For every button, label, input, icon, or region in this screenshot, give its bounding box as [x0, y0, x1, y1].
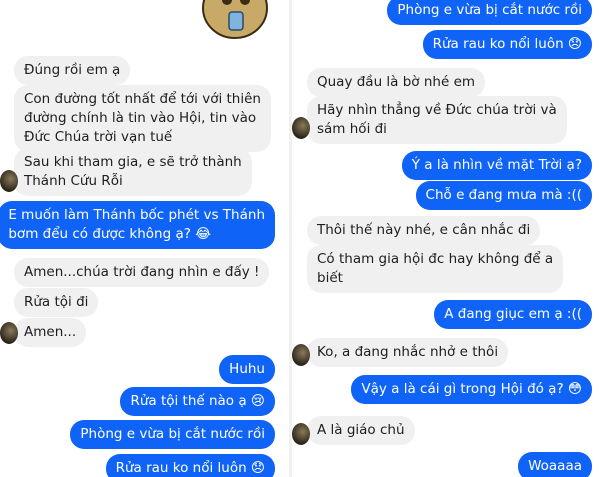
message-text-line: sám hối đi: [317, 121, 387, 137]
received-message-bubble[interactable]: Thôi thế này nhé, e cân nhắc đi: [307, 216, 541, 245]
right-chat-pane[interactable]: Phòng e vừa bị cắt nước rồi Rửa rau ko nổ…: [292, 0, 599, 477]
sent-message-bubble[interactable]: Rửa rau ko nổi luôn 😞: [422, 30, 592, 59]
sender-avatar[interactable]: [292, 117, 310, 139]
received-message-bubble[interactable]: Con đường tốt nhất để tới với thiên đường…: [14, 85, 271, 152]
sent-message-bubble[interactable]: Huhu: [219, 355, 275, 384]
message-text-line: Con đường tốt nhất để tới với thiên: [24, 91, 261, 107]
sent-message-bubble[interactable]: Phòng e vừa bị cắt nước rồi: [70, 420, 275, 449]
message-text-line: Hãy nhìn thẳng về Đức chúa trời và: [317, 102, 557, 118]
left-chat-pane[interactable]: Đúng rồi em ạ Con đường tốt nhất để tới v…: [0, 0, 289, 477]
received-message-bubble[interactable]: Amen...chúa trời đang nhìn e đấy !: [14, 258, 270, 287]
received-message-bubble[interactable]: A là giáo chủ: [307, 416, 415, 445]
sent-message-bubble[interactable]: Ý a là nhìn về mặt Trời ạ?: [401, 151, 592, 180]
received-message-bubble[interactable]: Rửa tội đi: [14, 288, 99, 317]
message-text-line: đường chính là tin vào Hội, tin vào: [24, 110, 257, 126]
sent-message-bubble[interactable]: Rửa tội thế nào ạ 😢: [120, 387, 275, 416]
sender-avatar[interactable]: [0, 322, 18, 344]
received-message-bubble[interactable]: Có tham gia hội đc hay không để a biết: [307, 245, 564, 293]
received-message-bubble[interactable]: Sau khi tham gia, e sẽ trở thành Thánh Cứ…: [14, 148, 252, 196]
message-text-line: E muốn làm Thánh bốc phét vs Thánh: [8, 207, 265, 223]
message-text-line: Sau khi tham gia, e sẽ trở thành: [24, 154, 242, 170]
sender-avatar[interactable]: [0, 170, 18, 192]
message-text-line: Có tham gia hội đc hay không để a: [317, 251, 554, 267]
sent-message-bubble[interactable]: Chỗ e đang mưa mà :((: [415, 181, 592, 210]
sender-avatar[interactable]: [292, 344, 310, 366]
received-message-bubble[interactable]: Quay đầu là bờ nhé em: [307, 68, 486, 97]
sent-message-bubble[interactable]: Woaaaa: [518, 452, 592, 477]
received-message-bubble[interactable]: Hãy nhìn thẳng về Đức chúa trời và sám hố…: [307, 96, 567, 144]
received-message-bubble[interactable]: Đúng rồi em ạ: [14, 56, 131, 85]
message-text-line: Đức Chúa trời vạn tuế: [24, 129, 173, 145]
message-text-line: biết: [317, 270, 343, 286]
message-text-line: bơm đểu có được không ạ? 😂: [8, 226, 211, 242]
sent-message-bubble[interactable]: E muốn làm Thánh bốc phét vs Thánh bơm để…: [0, 201, 275, 249]
sticker-image: [202, 0, 268, 39]
received-message-bubble[interactable]: Amen...: [14, 318, 87, 347]
sent-message-bubble[interactable]: Phòng e vừa bị cắt nước rồi: [387, 0, 592, 25]
received-message-bubble[interactable]: Ko, a đang nhắc nhở e thôi: [307, 338, 509, 367]
sent-message-bubble[interactable]: Vậy a là cái gì trong Hội đó ạ? 😳: [351, 375, 592, 404]
sender-avatar[interactable]: [292, 423, 310, 445]
message-text-line: Thánh Cứu Rỗi: [24, 173, 123, 189]
sent-message-bubble[interactable]: Rửa rau ko nổi luôn 😞: [105, 454, 275, 477]
sent-message-bubble[interactable]: A đang giục em ạ :((: [434, 300, 592, 329]
